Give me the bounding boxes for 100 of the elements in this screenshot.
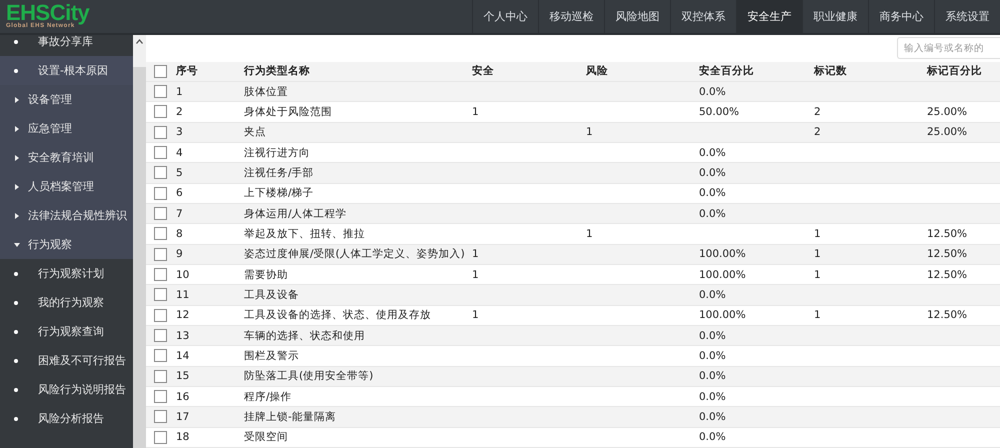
table-cell-text: 0.0% (699, 208, 727, 220)
table-cell-text: 1 (176, 86, 184, 98)
column-header: 序号 (176, 64, 199, 78)
table-cell-text: 挂牌上锁-能量隔离 (244, 410, 337, 424)
sidebar-group[interactable]: 法律法规合规性辨识 (0, 201, 133, 230)
table-cell-text: 身体处于风险范围 (244, 104, 333, 119)
table-cell-text: 17 (176, 410, 190, 423)
search-field[interactable]: 输入编号或名称的 (897, 37, 1000, 60)
checkbox[interactable] (154, 166, 167, 180)
table-cell-text: 1 (472, 309, 480, 322)
nav-tab[interactable]: 移动巡检 (538, 0, 604, 33)
caret-down-icon (14, 242, 20, 248)
bullet-icon (14, 330, 18, 334)
bullet-icon (14, 416, 18, 420)
table-cell-text: 夹点 (244, 125, 267, 140)
checkbox[interactable] (154, 85, 167, 98)
table-cell-text: 上下楼梯/梯子 (244, 186, 315, 200)
column-header: 风险 (586, 64, 609, 78)
checkbox[interactable] (154, 430, 167, 444)
table-cell-text: 工具及设备 (244, 288, 300, 302)
sidebar-group[interactable]: 设备管理 (0, 85, 133, 114)
table-cell-text: 防坠落工具(使用安全带等) (244, 369, 374, 384)
checkbox[interactable] (154, 349, 167, 362)
checkbox[interactable] (154, 186, 167, 200)
checkbox[interactable] (154, 105, 167, 118)
sidebar-group[interactable]: 人员档案管理 (0, 172, 133, 201)
table-cell-text: 4 (176, 146, 184, 159)
table-cell-text: 12 (176, 309, 190, 322)
caret-right-icon (14, 212, 20, 218)
checkbox[interactable] (154, 227, 167, 240)
table-cell-text: 1 (814, 228, 822, 240)
table-cell-text: 0.0% (699, 431, 727, 444)
column-header: 行为类型名称 (244, 64, 311, 78)
table-cell-text: 工具及设备的选择、状态、使用及存放 (244, 308, 432, 322)
table-cell-text: 姿态过度伸展/受限(人体工学定义、姿势加入) (244, 247, 466, 262)
table-cell-text: 程序/操作 (244, 390, 293, 404)
checkbox[interactable] (154, 248, 167, 261)
table-cell-text: 9 (176, 248, 184, 260)
table-cell-text: 0.0% (699, 350, 727, 362)
table-cell-text: 6 (176, 187, 184, 200)
sidebar-group[interactable]: 应急管理 (0, 114, 133, 143)
table-cell-text: 0.0% (699, 166, 727, 179)
bullet-icon (14, 40, 18, 44)
checkbox[interactable] (154, 308, 167, 322)
nav-tab[interactable]: 个人中心 (472, 0, 538, 33)
sidebar-group[interactable]: 安全教育培训 (0, 143, 133, 172)
collapse-up-icon[interactable] (136, 39, 143, 44)
checkbox[interactable] (154, 410, 167, 424)
table-cell-text: 1 (472, 268, 480, 281)
column-header: 安全 (472, 64, 495, 78)
caret-right-icon (14, 184, 20, 190)
table-cell-text: 15 (176, 370, 190, 382)
table-cell-text: 12.50% (927, 228, 968, 240)
table-cell-text: 0.0% (699, 390, 727, 403)
nav-tab[interactable]: 风险地图 (604, 0, 670, 33)
checkbox[interactable] (154, 146, 167, 160)
checkbox[interactable] (154, 288, 167, 302)
table-cell-text: 1 (814, 268, 822, 281)
checkbox[interactable] (154, 64, 167, 78)
table-cell-text: 50.00% (699, 106, 740, 118)
table-cell-text: 2 (814, 126, 822, 138)
bullet-icon (14, 272, 18, 276)
nav-tab[interactable]: 安全生产 (736, 0, 802, 33)
table-cell-text: 0.0% (699, 86, 727, 98)
table-cell-text: 5 (176, 166, 184, 179)
table-cell-text: 25.00% (927, 106, 968, 118)
sidebar-item[interactable]: 设置-根本原因 (0, 56, 133, 85)
bullet-icon (14, 388, 18, 392)
checkbox[interactable] (154, 390, 167, 404)
table-cell-text: 100.00% (699, 268, 747, 281)
table-cell-text: 1 (814, 309, 822, 322)
checkbox[interactable] (154, 126, 167, 139)
table-cell-text: 13 (176, 330, 190, 342)
table-cell-text: 1 (586, 126, 594, 138)
checkbox[interactable] (154, 370, 167, 383)
nav-tab[interactable]: 系统设置 (934, 0, 1000, 33)
column-header: 标记数 (814, 64, 848, 78)
checkbox[interactable] (154, 268, 167, 282)
table-cell-text: 10 (176, 268, 190, 281)
table-cell-text: 围栏及警示 (244, 348, 300, 363)
sidebar-group[interactable]: 行为观察 (0, 230, 133, 259)
table-cell-text: 注视行进方向 (244, 146, 311, 160)
nav-tab[interactable]: 商务中心 (868, 0, 934, 33)
table-cell-text: 0.0% (699, 146, 727, 159)
nav-tab[interactable]: 职业健康 (802, 0, 868, 33)
table-cell-text: 11 (176, 288, 190, 301)
table-cell-text: 100.00% (699, 248, 747, 260)
checkbox[interactable] (154, 207, 167, 220)
table-cell-text: 3 (176, 126, 184, 138)
table-cell-text: 1 (472, 106, 480, 118)
table-cell-text: 肢体位置 (244, 84, 289, 99)
table-cell-text: 12.50% (927, 248, 968, 260)
table-cell-text: 0.0% (699, 187, 727, 200)
table-cell-text: 1 (586, 228, 594, 240)
table-cell-text: 100.00% (699, 309, 747, 322)
caret-right-icon (14, 96, 20, 102)
table-cell-text: 受限空间 (244, 430, 289, 444)
table-cell-text: 25.00% (927, 126, 968, 138)
checkbox[interactable] (154, 329, 167, 342)
table-cell-text: 身体运用/人体工程学 (244, 206, 348, 221)
